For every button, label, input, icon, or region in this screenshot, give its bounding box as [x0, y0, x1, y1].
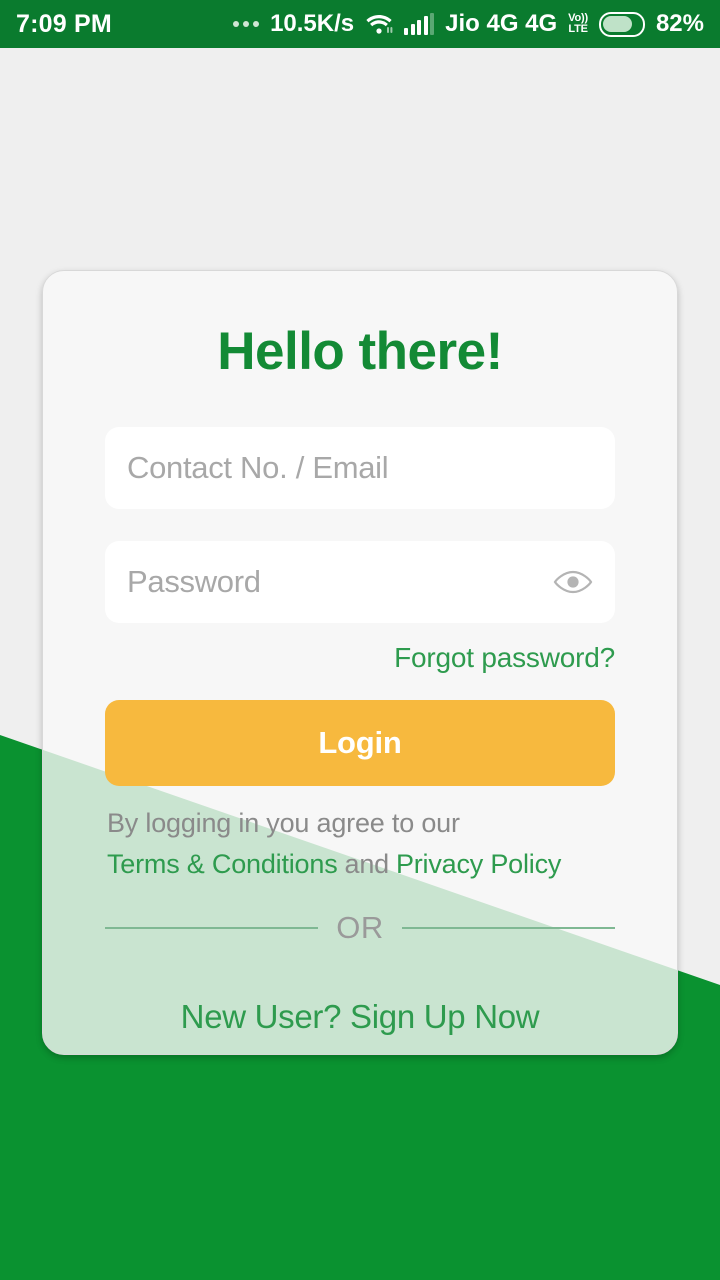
wifi-icon [365, 12, 393, 36]
privacy-policy-link[interactable]: Privacy Policy [396, 849, 561, 879]
overflow-dots-icon [233, 21, 260, 27]
login-card: Hello there! Forgot password? Login By l… [42, 270, 678, 1055]
terms-links-row: Terms & Conditions and Privacy Policy [107, 849, 615, 880]
terms-intro-text: By logging in you agree to our [107, 808, 460, 838]
identifier-input[interactable] [127, 450, 593, 486]
status-bar: 7:09 PM 10.5K/s Jio 4G 4G Vo)) LTE 82% [0, 0, 720, 48]
status-bar-indicators: 10.5K/s Jio 4G 4G Vo)) LTE 82% [233, 10, 704, 38]
or-divider: OR [105, 910, 615, 946]
password-input[interactable] [127, 564, 593, 600]
divider-rule-right [401, 927, 615, 929]
volte-icon: Vo)) LTE [568, 13, 588, 35]
or-label: OR [336, 910, 384, 945]
status-time: 7:09 PM [16, 9, 112, 38]
divider-rule-left [105, 927, 319, 929]
page-title: Hello there! [217, 322, 503, 381]
forgot-password-link[interactable]: Forgot password? [105, 642, 615, 674]
signup-link[interactable]: New User? Sign Up Now [105, 998, 615, 1036]
password-field[interactable] [105, 541, 615, 623]
terms-conjunction: and [344, 849, 390, 879]
cellular-signal-icon [404, 13, 435, 35]
battery-percent-label: 82% [655, 10, 704, 37]
login-button[interactable]: Login [105, 700, 615, 786]
carrier-label: Jio 4G 4G [445, 10, 558, 37]
eye-icon[interactable] [551, 566, 595, 598]
identifier-field[interactable] [105, 427, 615, 509]
volte-bottom-text: LTE [568, 23, 588, 35]
terms-and-conditions-link[interactable]: Terms & Conditions [107, 849, 338, 879]
network-speed-label: 10.5K/s [270, 10, 355, 37]
battery-icon [598, 11, 645, 37]
terms-agreement: By logging in you agree to our Terms & C… [105, 808, 615, 880]
